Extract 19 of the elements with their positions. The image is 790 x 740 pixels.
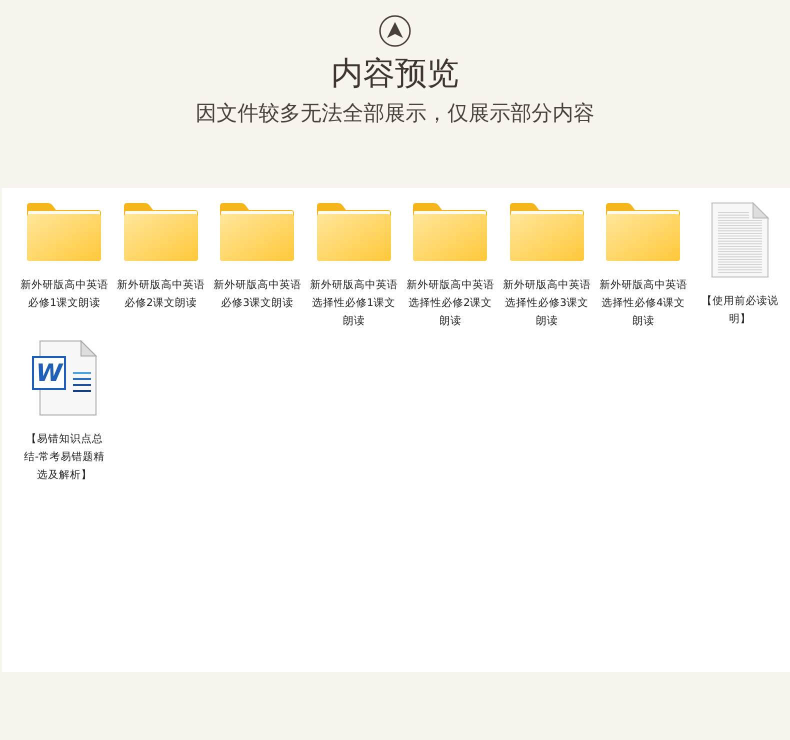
file-name: 【易错知识点总结-常考易错题精选及解析】 xyxy=(22,432,106,483)
text-document-icon[interactable] xyxy=(710,202,769,278)
folder-name: 新外研版高中英语选择性必修3课文朗读 xyxy=(502,278,592,329)
section-subtitle: 因文件较多无法全部展示，仅展示部分内容 xyxy=(196,100,594,127)
folder-icon[interactable] xyxy=(26,202,102,262)
folder-icon[interactable] xyxy=(605,202,682,262)
folder-icon[interactable] xyxy=(412,202,488,262)
folder-name: 新外研版高中英语选择性必修4课文朗读 xyxy=(598,278,688,329)
folder-icon[interactable] xyxy=(508,202,585,262)
folder-icon[interactable] xyxy=(219,202,296,262)
section-title: 内容预览 xyxy=(331,53,459,93)
folder-icon[interactable] xyxy=(122,202,199,262)
folder-name: 新外研版高中英语必修2课文朗读 xyxy=(116,278,206,311)
file-name: 【使用前必读说明】 xyxy=(700,294,780,327)
folder-name: 新外研版高中英语选择性必修2课文朗读 xyxy=(405,278,496,329)
folder-name: 新外研版高中英语必修3课文朗读 xyxy=(212,278,302,311)
folder-name: 新外研版高中英语必修1课文朗读 xyxy=(19,278,110,311)
folder-name: 新外研版高中英语选择性必修1课文朗读 xyxy=(308,278,399,329)
folder-icon[interactable] xyxy=(316,202,392,262)
